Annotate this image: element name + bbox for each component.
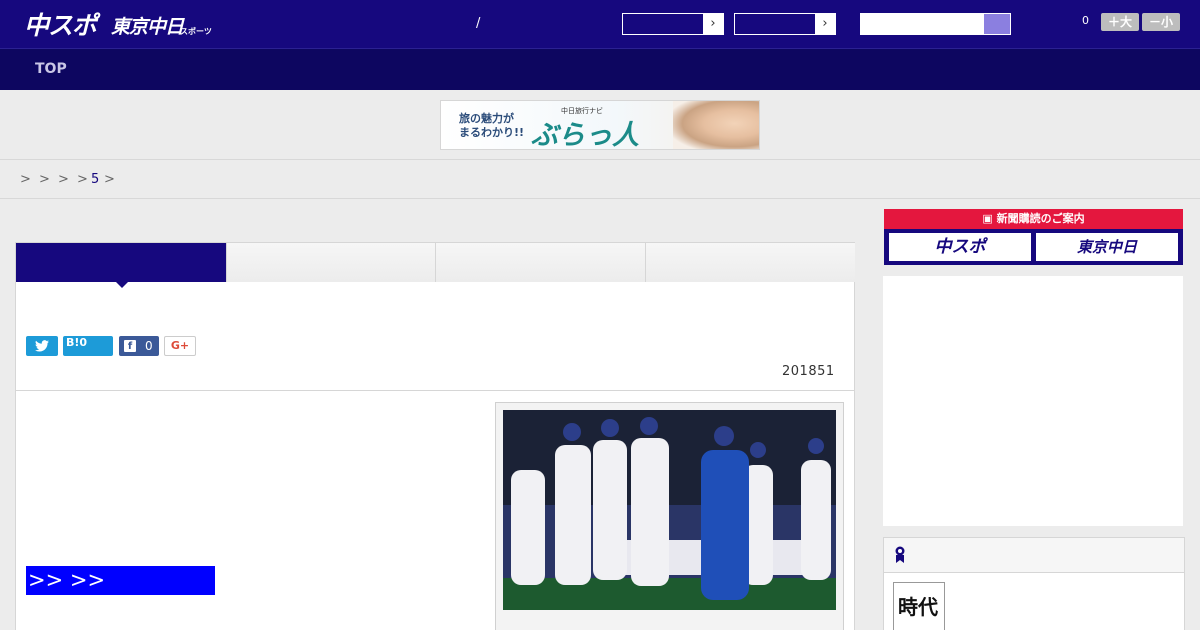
font-smaller-button[interactable]: －小 xyxy=(1142,13,1180,31)
subscribe-tokyo-chunichi-button[interactable]: 東京中日 xyxy=(1036,233,1178,261)
chevron-right-icon[interactable]: › xyxy=(815,14,835,34)
travel-navi-banner[interactable]: 旅の魅力が まるわかり!! 中日旅行ナビ ぶらっ人 xyxy=(440,100,760,150)
subcategory-select[interactable]: › xyxy=(734,13,836,35)
divider xyxy=(16,390,854,391)
google-plus-share-button[interactable]: G+ xyxy=(164,336,196,356)
banner-tagline-line1: 旅の魅力が xyxy=(459,112,514,125)
ranking-box: 時代 xyxy=(883,537,1185,630)
header-separator: / xyxy=(476,16,481,31)
font-size-counter: 0 xyxy=(1082,14,1089,27)
hatena-icon: B! xyxy=(66,336,80,349)
banner-photo xyxy=(673,101,759,149)
article-tabs xyxy=(16,243,855,288)
banner-tagline-line2: まるわかり!! xyxy=(459,126,525,139)
nav-item-top[interactable]: TOP xyxy=(35,61,67,77)
tokyo-chunichi-logo-sub: スポーツ xyxy=(180,27,212,36)
twitter-share-button[interactable] xyxy=(26,336,58,356)
tab-1[interactable] xyxy=(16,243,226,288)
subscribe-chuspo-button[interactable]: 中スポ xyxy=(889,233,1031,261)
subscription-promo-header[interactable]: ▣ 新聞購読のご案内 xyxy=(884,209,1183,229)
ranking-thumbnail-text: 時代 xyxy=(898,595,938,619)
subscription-promo-title: 新聞購読のご案内 xyxy=(996,212,1085,225)
baseball-team-photo xyxy=(503,410,836,610)
chevron-right-icon[interactable]: › xyxy=(703,14,723,34)
chuspo-logo[interactable]: 中スポ xyxy=(24,6,97,42)
breadcrumb: > > > > 5 > xyxy=(0,161,1200,199)
article-photo[interactable] xyxy=(503,410,836,610)
breadcrumb-separator: > xyxy=(77,172,88,187)
breadcrumb-item-current[interactable]: 5 xyxy=(91,172,99,187)
breadcrumb-separator: > xyxy=(20,172,31,187)
search-button[interactable] xyxy=(983,13,1011,35)
article-card: B!0 f 0 G+ 201851 >> >> xyxy=(15,242,855,630)
twitter-icon xyxy=(35,340,49,352)
facebook-icon: f xyxy=(124,340,136,352)
article-photo-frame xyxy=(495,402,844,630)
global-nav: TOP xyxy=(0,48,1200,90)
breadcrumb-separator: > xyxy=(39,172,50,187)
subscription-promo: ▣ 新聞購読のご案内 中スポ 東京中日 xyxy=(884,209,1183,265)
category-select[interactable]: › xyxy=(622,13,724,35)
article-date: 201851 xyxy=(782,364,835,379)
related-link[interactable]: >> >> xyxy=(26,566,215,595)
medal-icon xyxy=(895,546,905,563)
banner-area: 旅の魅力が まるわかり!! 中日旅行ナビ ぶらっ人 xyxy=(0,90,1200,160)
ranking-thumbnail[interactable]: 時代 xyxy=(893,582,945,630)
tab-2[interactable] xyxy=(226,243,436,282)
banner-tagline: 旅の魅力が まるわかり!! xyxy=(459,112,529,140)
search-input[interactable] xyxy=(860,13,983,35)
newspaper-icon: ▣ xyxy=(982,212,993,225)
hatena-count: 0 xyxy=(79,336,88,349)
tokyo-chunichi-logo[interactable]: 東京中日 xyxy=(111,12,184,39)
breadcrumb-separator: > xyxy=(58,172,69,187)
font-larger-button[interactable]: ＋大 xyxy=(1101,13,1139,31)
breadcrumb-separator: > xyxy=(104,172,115,187)
tab-4[interactable] xyxy=(645,243,855,282)
active-tab-indicator xyxy=(116,282,128,288)
hatena-bookmark-button[interactable]: B!0 xyxy=(63,336,113,356)
facebook-share-button[interactable]: f 0 xyxy=(119,336,159,356)
tab-3[interactable] xyxy=(435,243,645,282)
ranking-header xyxy=(884,538,1184,573)
site-header: 中スポ 東京中日 スポーツ / › › 0 ＋大 －小 xyxy=(0,0,1200,48)
facebook-count: 0 xyxy=(145,339,153,353)
banner-title: ぶらっ人 xyxy=(531,120,639,150)
sidebar-ad-slot xyxy=(883,276,1183,526)
